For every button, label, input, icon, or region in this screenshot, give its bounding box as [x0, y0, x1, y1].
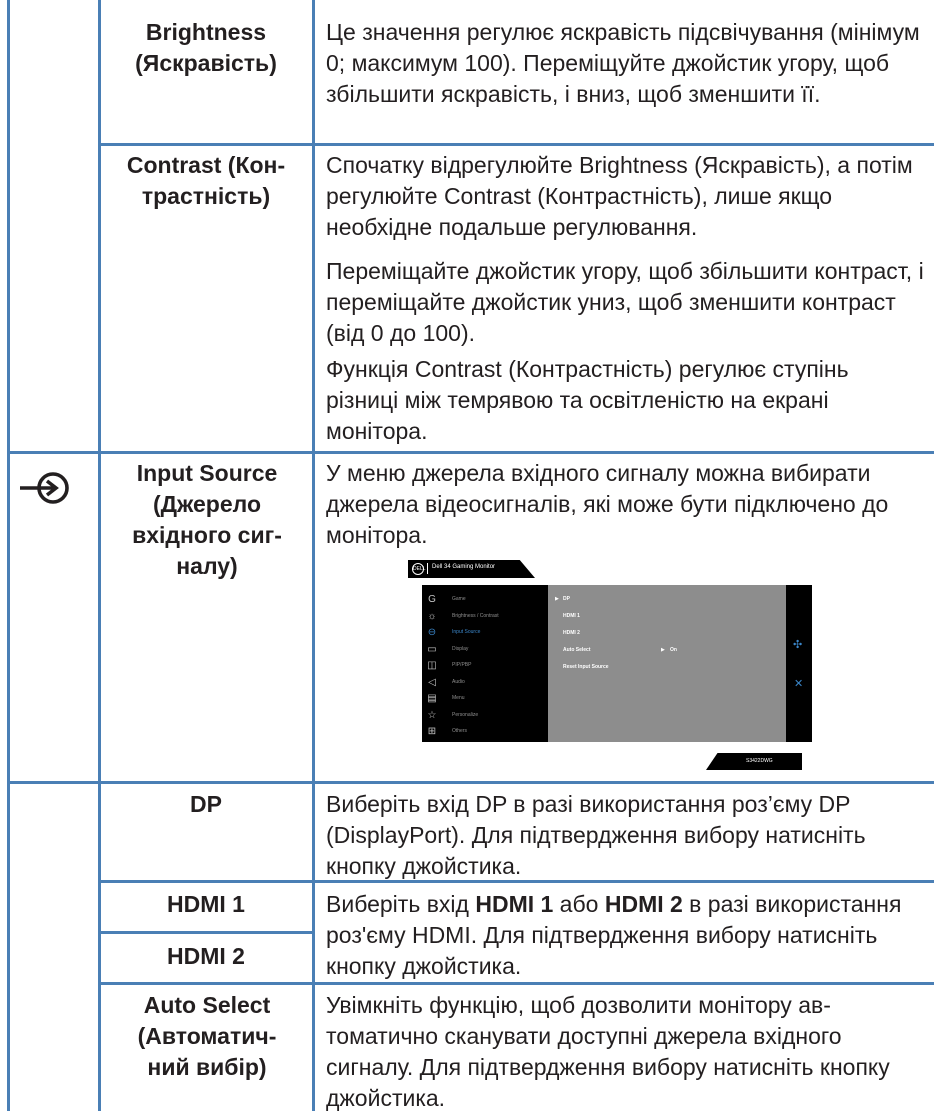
osd-option-dp[interactable]: DP [563, 596, 570, 602]
osd-body: G Game ☼ Brightness / Contrast ⊖ Input Source… [422, 585, 812, 742]
osd-nav-column: ✣ ✕ [786, 585, 812, 742]
hdmi-desc-hdmi2: HDMI 2 [604, 891, 683, 917]
osd-model: S3422DWG [746, 758, 773, 764]
row-divider-hdmi [98, 931, 312, 934]
osd-auto-select-value: On [670, 647, 677, 653]
osd-menu-item[interactable]: G Game [422, 591, 547, 609]
audio-icon: ◁ [428, 676, 436, 688]
hdmi-desc-part-c: або [553, 891, 605, 917]
contrast-name: Contrast (Кон­трастність) [126, 152, 286, 209]
osd-menu-item[interactable]: ▭ Display [422, 641, 547, 659]
osd-menu-item[interactable]: ▤ Menu [422, 690, 547, 708]
input-source-desc: У меню джерела вхідного сигналу можна ви… [326, 460, 889, 548]
selected-arrow-icon: ▶ [555, 596, 559, 602]
osd-option-reset[interactable]: Reset Input Source [563, 664, 609, 670]
brightness-icon: ☼ [427, 610, 437, 622]
display-icon: ▭ [427, 643, 437, 655]
osd-menu-label: PIP/PBP [452, 662, 472, 668]
row-divider-5 [98, 982, 934, 985]
osd-menu-item[interactable]: ☼ Brightness / Contrast [422, 608, 547, 626]
osd-options-panel: ▶ DP HDMI 1 HDMI 2 Auto Select ▶ On Rese… [548, 585, 812, 742]
input-source-icon [18, 470, 76, 506]
close-icon[interactable]: ✕ [794, 677, 803, 690]
hdmi1-name: HDMI 1 [167, 891, 245, 917]
osd-menu-item[interactable]: ⊞ Others [422, 723, 547, 741]
personalize-icon: ☆ [427, 709, 437, 721]
osd-menu-label: Others [452, 728, 468, 734]
osd-menu-label: Input Source [452, 629, 481, 635]
auto-select-name: Auto Select (Автоматич­ний вибір) [137, 992, 277, 1080]
brightness-name: Brightness (Яскравість) [135, 19, 277, 76]
osd-option-hdmi2[interactable]: HDMI 2 [563, 630, 580, 636]
contrast-desc-3: Функція Contrast (Контрастність) регулює… [326, 356, 849, 444]
osd-option-auto-select[interactable]: Auto Select [563, 647, 591, 653]
dp-name: DP [190, 791, 222, 817]
dell-logo: DELL [412, 563, 426, 575]
contrast-desc-1: Спочатку відрегулюйте Brightness (Яскрав… [326, 152, 913, 240]
osd-model-tab: S3422DWG [706, 753, 802, 770]
osd-menu-label: Menu [452, 695, 465, 701]
osd-menu-item[interactable]: ◫ PIP/PBP [422, 657, 547, 675]
contrast-desc-2: Переміщайте джойстик угору, щоб збільшит… [326, 258, 924, 346]
hdmi-desc: Виберіть вхід HDMI 1 або HDMI 2 в разі в… [326, 889, 924, 982]
osd-menu-item[interactable]: ☆ Personalize [422, 707, 547, 725]
brightness-desc: Це значення регулює яскравість підсвічув… [326, 19, 920, 107]
input-source-icon: ⊖ [427, 627, 437, 638]
joystick-icon[interactable]: ✣ [793, 638, 802, 651]
pip-pbp-icon: ◫ [427, 660, 437, 671]
hdmi-desc-part-a: Виберіть вхід [326, 891, 476, 917]
hdmi-desc-hdmi1: HDMI 1 [475, 891, 554, 917]
table-border-left [7, 0, 10, 1111]
osd-menu: G Game ☼ Brightness / Contrast ⊖ Input Source… [422, 585, 547, 742]
osd-menu-label: Game [452, 596, 466, 602]
row-divider-3 [7, 781, 934, 784]
osd-menu-label: Brightness / Contrast [452, 612, 499, 619]
row-divider-1 [98, 143, 934, 146]
auto-select-arrow-icon: ▶ [661, 647, 665, 653]
dp-desc: Виберіть вхід DP в разі використання роз… [326, 791, 866, 879]
osd-menu-item[interactable]: ◁ Audio [422, 674, 547, 692]
auto-select-desc: Увімкніть функцію, щоб дозволити монітор… [326, 992, 890, 1111]
osd-option-hdmi1[interactable]: HDMI 1 [563, 613, 580, 619]
osd-menu-label: Audio [452, 678, 465, 685]
row-divider-2 [7, 451, 934, 454]
menu-icon: ▤ [427, 693, 437, 704]
osd-menu-label: Personalize [452, 711, 479, 718]
input-source-name: Input Source (Джерело вхідного сиг­налу) [132, 460, 282, 579]
osd-title-tab: DELL Dell 34 Gaming Monitor [408, 560, 535, 578]
osd-screenshot: DELL Dell 34 Gaming Monitor G Game ☼ Bright… [408, 560, 828, 770]
osd-menu-label: Display [452, 645, 469, 652]
game-icon: G [428, 594, 436, 605]
osd-title: Dell 34 Gaming Monitor [432, 564, 496, 570]
hdmi2-name: HDMI 2 [167, 943, 245, 969]
table-border-col2 [312, 0, 315, 1111]
osd-menu-item[interactable]: ⊖ Input Source [422, 624, 547, 642]
osd-title-separator [427, 563, 428, 574]
others-icon: ⊞ [427, 726, 437, 737]
